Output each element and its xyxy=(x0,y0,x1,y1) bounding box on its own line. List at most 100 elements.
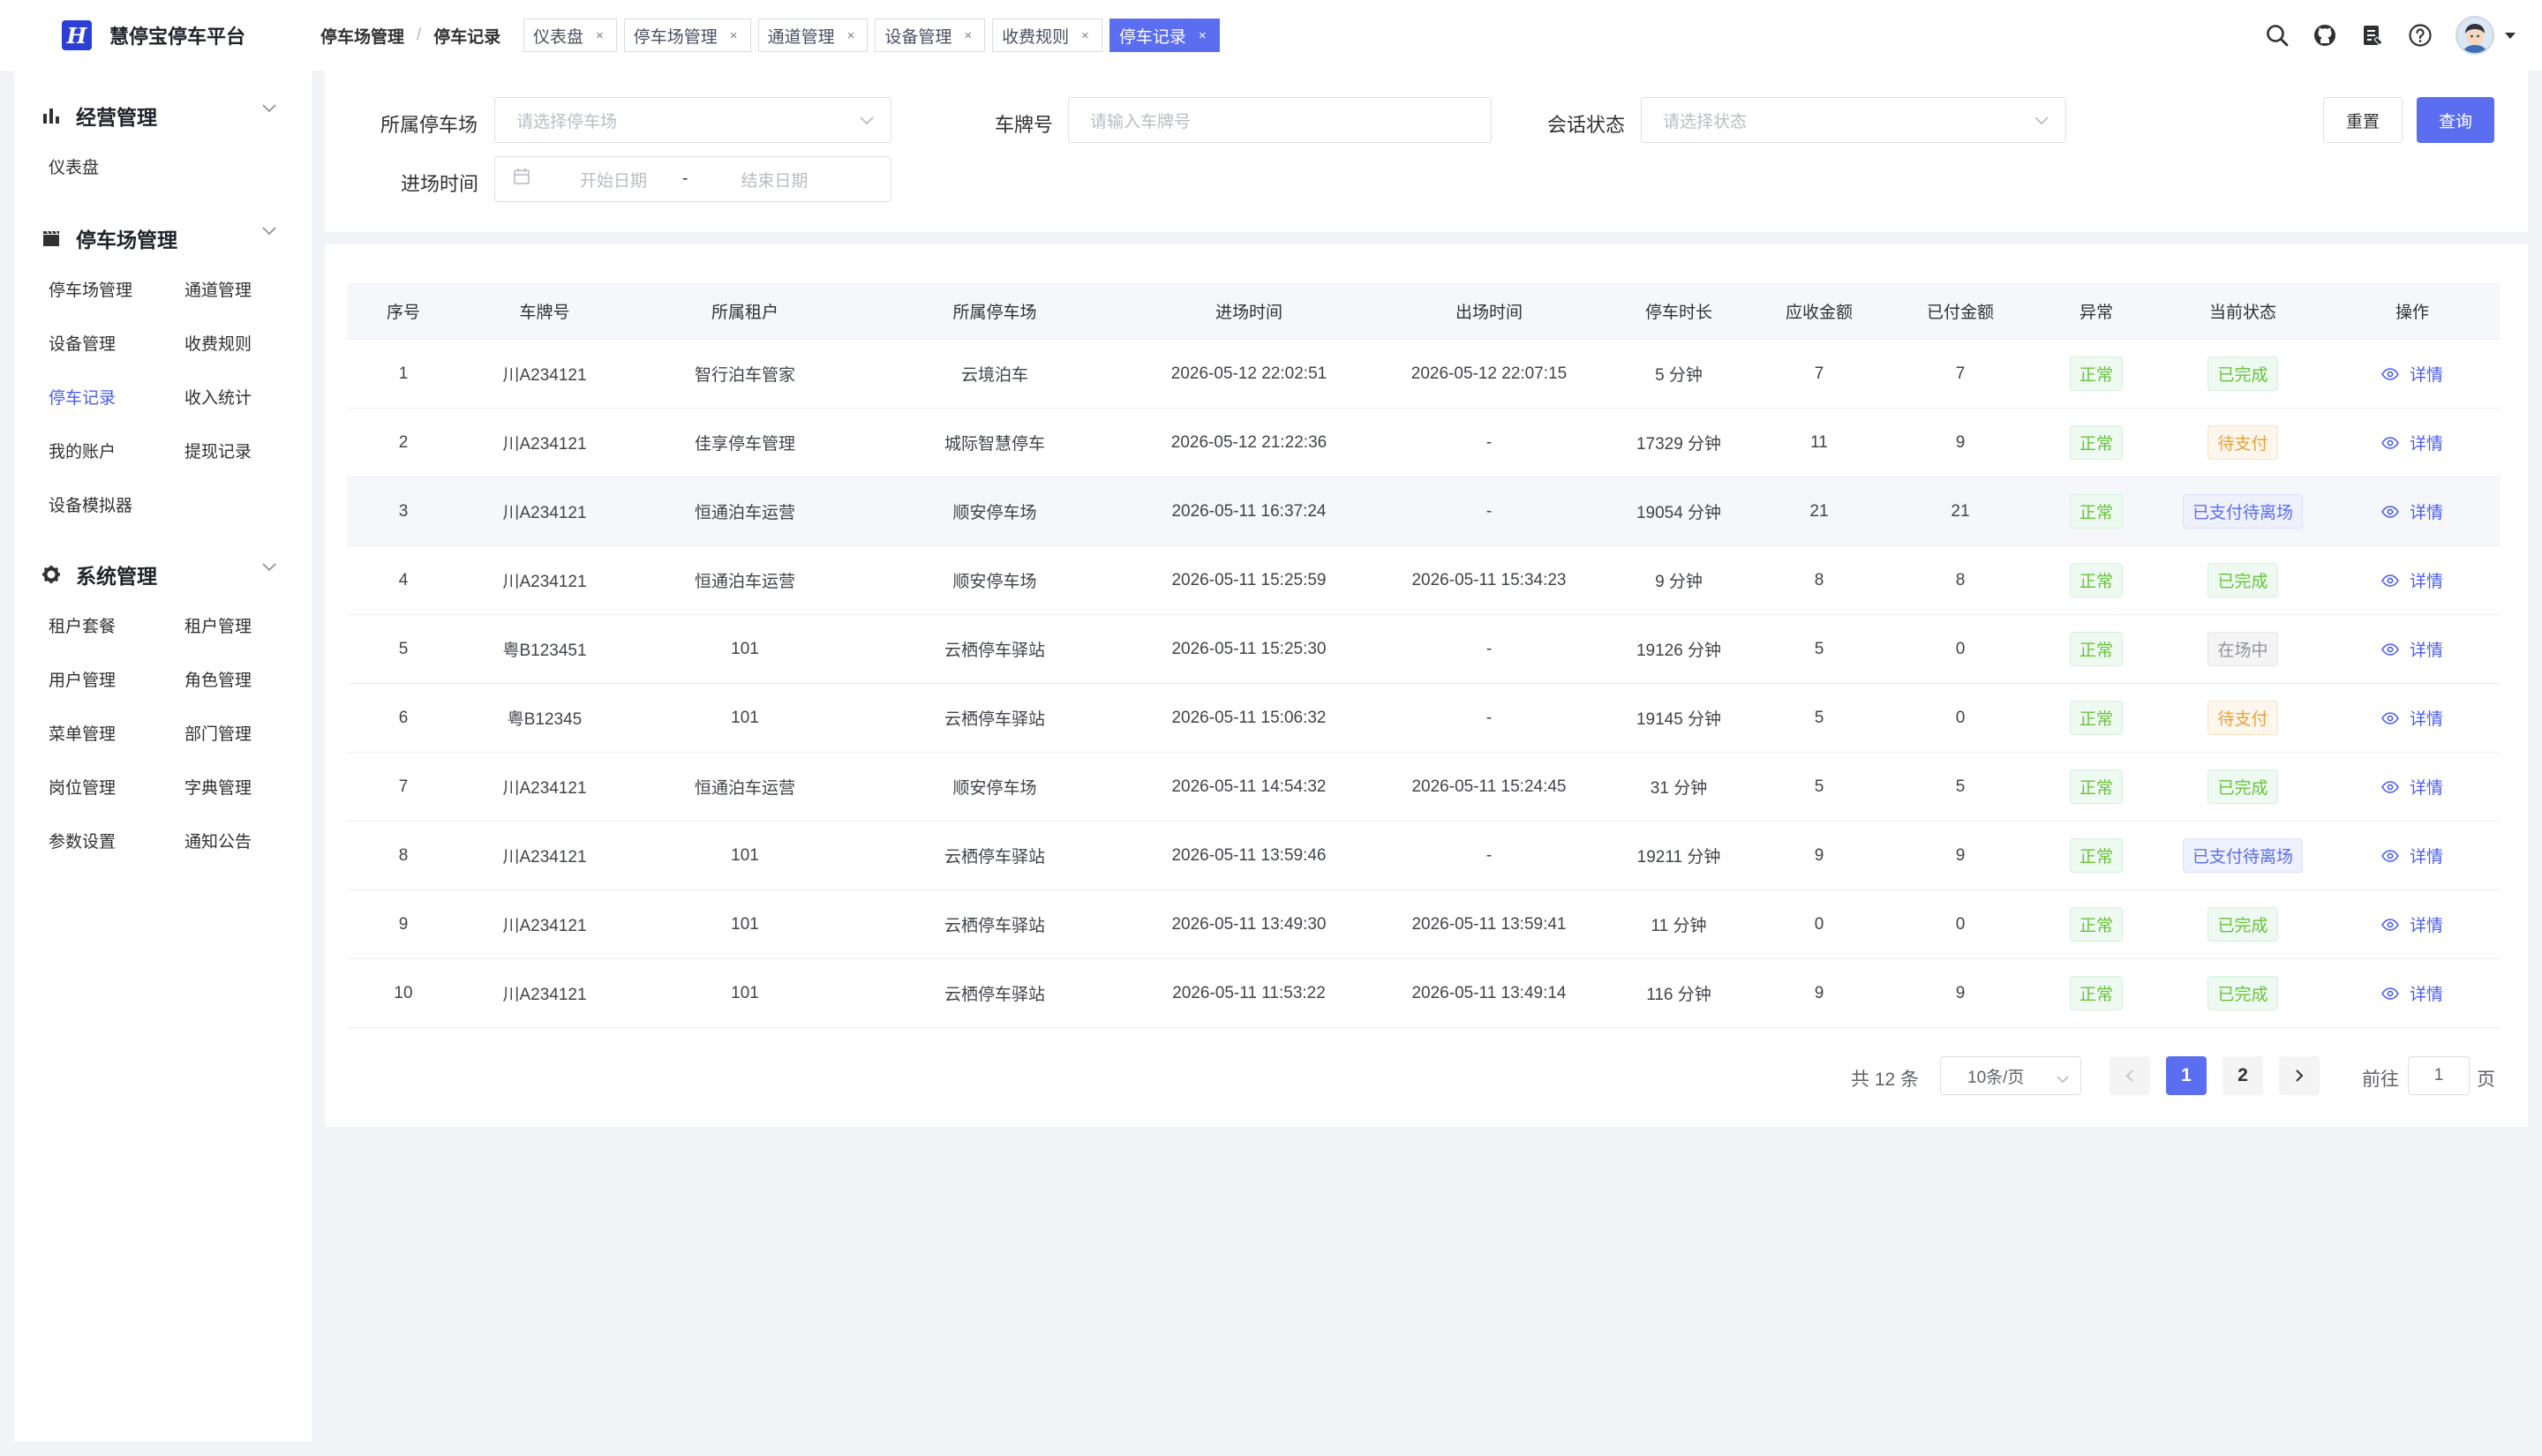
detail-button[interactable]: 详情 xyxy=(2381,362,2443,386)
plate-input[interactable]: 请输入车牌号 xyxy=(1068,97,1492,143)
sidebar-group-system[interactable]: 系统管理 xyxy=(41,559,297,589)
tag-dashboard[interactable]: 仪表盘 × xyxy=(523,19,617,52)
status-badge: 待支付 xyxy=(2207,425,2278,460)
cell-status: 已完成 xyxy=(2162,907,2324,942)
tag-parking-record[interactable]: 停车记录 × xyxy=(1109,19,1220,52)
cell-due: 21 xyxy=(1809,501,1829,521)
page-size-select[interactable]: 10条/页 xyxy=(1940,1056,2081,1095)
lot-select[interactable]: 请选择停车场 xyxy=(494,97,891,143)
github-icon[interactable] xyxy=(2311,21,2339,49)
sidebar-item-notice[interactable]: 通知公告 xyxy=(184,829,252,852)
detail-button[interactable]: 详情 xyxy=(2381,431,2443,454)
column-header: 进场时间 xyxy=(1215,304,1282,322)
document-icon[interactable] xyxy=(2358,21,2387,49)
sidebar-item-dict[interactable]: 字典管理 xyxy=(184,775,252,799)
start-date-input[interactable]: 开始日期 xyxy=(580,168,647,191)
detail-button[interactable]: 详情 xyxy=(2381,844,2443,867)
sidebar-item-parking-lot[interactable]: 停车场管理 xyxy=(49,277,132,301)
sidebar-group-operations[interactable]: 经营管理 xyxy=(41,101,297,131)
close-icon[interactable]: × xyxy=(1199,28,1207,43)
sidebar-item-parking-record[interactable]: 停车记录 xyxy=(49,385,116,409)
sidebar-item-post[interactable]: 岗位管理 xyxy=(49,775,116,799)
page-2-button[interactable]: 2 xyxy=(2222,1056,2263,1095)
table-row[interactable]: 6 粤B12345 101 云栖停车驿站 2026-05-11 15:06:32 - 191… xyxy=(347,684,2501,753)
next-page-button[interactable] xyxy=(2279,1056,2320,1095)
eye-icon xyxy=(2381,574,2404,587)
cell-abnormal: 正常 xyxy=(2031,494,2162,529)
cell-abnormal: 正常 xyxy=(2031,356,2162,391)
brand[interactable]: H 慧停宝停车平台 xyxy=(62,20,318,50)
goto-page-input[interactable]: 1 xyxy=(2408,1056,2470,1095)
sidebar-item-withdraw[interactable]: 提现记录 xyxy=(184,439,252,462)
prev-page-button[interactable] xyxy=(2110,1056,2150,1095)
status-select[interactable]: 请选择状态 xyxy=(1641,97,2066,143)
sidebar-item-device-simulator[interactable]: 设备模拟器 xyxy=(49,492,132,516)
cell-due: 5 xyxy=(1814,639,1824,658)
sidebar-group-title: 经营管理 xyxy=(76,106,157,129)
detail-label: 详情 xyxy=(2409,779,2443,798)
table-row[interactable]: 2 川A234121 佳享停车管理 城际智慧停车 2026-05-12 21:22:36… xyxy=(347,409,2501,477)
detail-button[interactable]: 详情 xyxy=(2381,912,2443,936)
sidebar-item-dept[interactable]: 部门管理 xyxy=(184,721,252,745)
detail-button[interactable]: 详情 xyxy=(2381,568,2443,592)
tag-device[interactable]: 设备管理 × xyxy=(875,19,986,52)
reset-button[interactable]: 重置 xyxy=(2323,97,2403,143)
table-row[interactable]: 10 川A234121 101 云栖停车驿站 2026-05-11 11:53:22 20… xyxy=(347,959,2501,1028)
table-row[interactable]: 8 川A234121 101 云栖停车驿站 2026-05-11 13:59:46 - 19… xyxy=(347,822,2501,890)
page-1-button[interactable]: 1 xyxy=(2166,1056,2207,1095)
sidebar-item-channel[interactable]: 通道管理 xyxy=(184,277,252,301)
table-row[interactable]: 7 川A234121 恒通泊车运营 顺安停车场 2026-05-11 14:54:32 2… xyxy=(347,753,2501,822)
sidebar-item-device[interactable]: 设备管理 xyxy=(49,331,116,355)
sidebar-group-parking[interactable]: 停车场管理 xyxy=(41,223,297,253)
close-icon[interactable]: × xyxy=(964,28,972,43)
eye-icon xyxy=(2381,436,2404,449)
sidebar-item-role[interactable]: 角色管理 xyxy=(184,667,252,691)
sidebar-item-dashboard[interactable]: 仪表盘 xyxy=(49,154,99,178)
detail-button[interactable]: 详情 xyxy=(2381,637,2443,661)
detail-button[interactable]: 详情 xyxy=(2381,499,2443,523)
table-row[interactable]: 1 川A234121 智行泊车管家 云境泊车 2026-05-12 22:02:51 20… xyxy=(347,340,2501,409)
cell-plate: 川A234121 xyxy=(502,779,587,798)
detail-button[interactable]: 详情 xyxy=(2381,775,2443,799)
sidebar-item-tenant[interactable]: 租户管理 xyxy=(184,613,252,637)
bar-chart-icon xyxy=(41,105,62,126)
detail-button[interactable]: 详情 xyxy=(2381,706,2443,730)
sidebar-item-income[interactable]: 收入统计 xyxy=(184,385,252,409)
clapperboard-icon xyxy=(41,228,62,249)
sidebar-item-config[interactable]: 参数设置 xyxy=(49,829,116,852)
table-row[interactable]: 5 粤B123451 101 云栖停车驿站 2026-05-11 15:25:30 - 19… xyxy=(347,615,2501,684)
sidebar-item-my-account[interactable]: 我的账户 xyxy=(49,439,116,462)
close-icon[interactable]: × xyxy=(730,28,738,43)
query-button[interactable]: 查询 xyxy=(2417,97,2494,143)
help-icon[interactable] xyxy=(2406,21,2434,49)
chevron-down-icon[interactable] xyxy=(2505,32,2516,39)
entry-time-label: 进场时间 xyxy=(401,173,479,195)
table-row[interactable]: 9 川A234121 101 云栖停车驿站 2026-05-11 13:49:30 202… xyxy=(347,890,2501,959)
cell-paid: 0 xyxy=(1955,639,1966,658)
search-icon[interactable] xyxy=(2263,21,2291,49)
tag-label: 停车场管理 xyxy=(633,27,718,47)
sidebar-item-user[interactable]: 用户管理 xyxy=(49,667,116,691)
cell-exit: - xyxy=(1485,432,1493,452)
tag-fee-rule[interactable]: 收费规则 × xyxy=(992,19,1102,52)
detail-button[interactable]: 详情 xyxy=(2381,981,2443,1005)
breadcrumb-parent[interactable]: 停车场管理 xyxy=(320,24,404,48)
cell-duration: 19126 分钟 xyxy=(1636,642,1722,660)
entry-date-range[interactable]: 开始日期 - 结束日期 xyxy=(494,156,891,202)
close-icon[interactable]: × xyxy=(1081,28,1089,43)
table-row[interactable]: 3 川A234121 恒通泊车运营 顺安停车场 2026-05-11 16:37:24 -… xyxy=(347,477,2501,546)
breadcrumb: 停车场管理 / 停车记录 xyxy=(320,24,523,48)
table-row[interactable]: 4 川A234121 恒通泊车运营 顺安停车场 2026-05-11 15:25:59 2… xyxy=(347,546,2501,615)
tag-label: 收费规则 xyxy=(1002,27,1070,47)
sidebar-item-menu[interactable]: 菜单管理 xyxy=(49,721,116,745)
cell-entry: 2026-05-11 15:25:30 xyxy=(1171,639,1327,658)
tag-parking-lot[interactable]: 停车场管理 × xyxy=(623,19,751,52)
close-icon[interactable]: × xyxy=(596,28,604,43)
cell-abnormal: 正常 xyxy=(2031,769,2162,804)
sidebar-item-fee-rule[interactable]: 收费规则 xyxy=(184,331,252,355)
tag-channel[interactable]: 通道管理 × xyxy=(757,19,869,52)
end-date-input[interactable]: 结束日期 xyxy=(741,168,808,191)
sidebar-item-tenant-package[interactable]: 租户套餐 xyxy=(49,613,116,637)
avatar[interactable] xyxy=(2456,16,2494,55)
close-icon[interactable]: × xyxy=(847,28,855,43)
